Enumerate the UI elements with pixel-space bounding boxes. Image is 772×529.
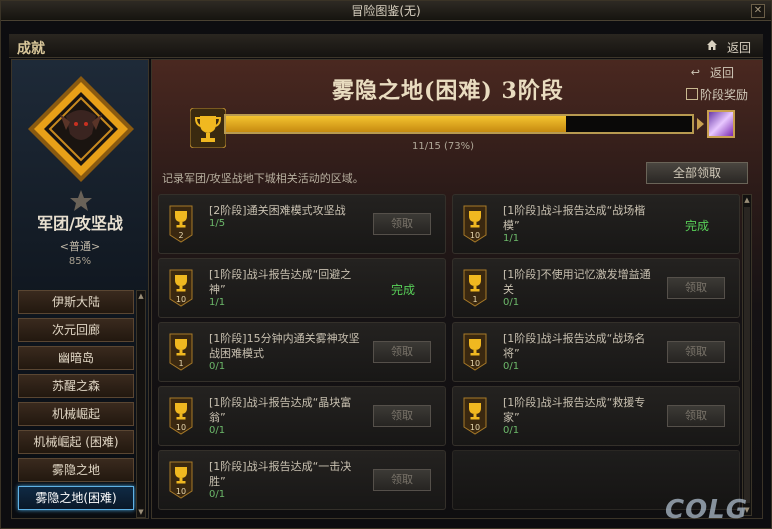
- trophy-badge-icon: 1: [169, 333, 193, 371]
- achievement-progress: 0/1: [503, 297, 520, 308]
- back-arrow-icon[interactable]: ↩: [691, 66, 700, 79]
- close-icon[interactable]: ✕: [751, 4, 765, 18]
- scroll-down-icon[interactable]: ▼: [137, 507, 145, 517]
- stage-description: 记录军团/攻坚战地下城相关活动的区域。: [162, 172, 364, 185]
- trophy-badge-icon: 10: [463, 397, 487, 435]
- trophy-badge-icon: 10: [169, 397, 193, 435]
- section-header: 成就 返回: [9, 34, 763, 58]
- claim-button[interactable]: 领取: [373, 341, 431, 363]
- achievement-progress: 1/5: [209, 218, 226, 229]
- badge-count: 10: [176, 487, 186, 496]
- achievement-title: [1阶段]15分钟内通关雾神攻坚战困难模式: [209, 332, 360, 360]
- badge-count: 1: [178, 359, 183, 368]
- scrollbar-thumb[interactable]: [744, 207, 750, 503]
- badge-count: 2: [178, 231, 183, 240]
- trophy-badge-icon: 1: [463, 269, 487, 307]
- achievement-progress: 0/1: [503, 425, 520, 436]
- category-percent: 85%: [68, 256, 92, 267]
- achievement-title: [1阶段]战斗报告达成“一击决胜”: [209, 460, 352, 488]
- achievement-title: [1阶段]战斗报告达成“战场楷模”: [503, 204, 646, 232]
- zone-item[interactable]: 机械崛起: [18, 402, 134, 426]
- stage-back-button[interactable]: 返回: [710, 64, 734, 81]
- progress-arrow-icon: [697, 118, 704, 130]
- achievement-card: 10 [1阶段]战斗报告达成“救援专家” 0/1 领取: [452, 386, 740, 446]
- achievement-card: 10 [1阶段]战斗报告达成“回避之神” 1/1 完成: [158, 258, 446, 318]
- claim-button[interactable]: 领取: [373, 213, 431, 235]
- scroll-up-icon[interactable]: ▲: [137, 291, 145, 301]
- achievement-card: 2 [2阶段]通关困难模式攻坚战 1/5 领取: [158, 194, 446, 254]
- achievement-progress: 0/1: [503, 361, 520, 372]
- category-panel: 军团/攻坚战 <普通> 85% 伊斯大陆 次元回廊 幽暗岛 苏醒之森 机械崛起 …: [11, 59, 149, 519]
- achievement-title: [1阶段]战斗报告达成“晶块富翁”: [209, 396, 352, 424]
- achievement-card: 1 [1阶段]15分钟内通关雾神攻坚战困难模式 0/1 领取: [158, 322, 446, 382]
- badge-count: 10: [470, 231, 480, 240]
- achievement-progress: 0/1: [209, 489, 226, 500]
- achievement-title: [2阶段]通关困难模式攻坚战: [209, 204, 346, 217]
- stage-progress-text: 11/15 (73%): [412, 141, 475, 152]
- stage-reward-button[interactable]: 阶段奖励: [700, 86, 748, 103]
- achievement-scrollbar[interactable]: ▲ ▼: [742, 194, 752, 516]
- trophy-badge-icon: 2: [169, 205, 193, 243]
- home-icon[interactable]: [705, 38, 719, 52]
- trophy-badge-icon: 10: [463, 205, 487, 243]
- trophy-icon: [190, 108, 226, 148]
- legion-emblem-icon: [28, 76, 134, 211]
- achievement-progress: 0/1: [209, 425, 226, 436]
- achievement-card: 10 [1阶段]战斗报告达成“晶块富翁” 0/1 领取: [158, 386, 446, 446]
- zone-item[interactable]: 幽暗岛: [18, 346, 134, 370]
- zone-item-selected[interactable]: 雾隐之地(困难): [18, 486, 134, 510]
- badge-count: 10: [470, 359, 480, 368]
- trophy-badge-icon: 10: [169, 269, 193, 307]
- zone-item[interactable]: 机械崛起 (困难): [18, 430, 134, 454]
- zone-item[interactable]: 雾隐之地: [18, 458, 134, 482]
- scroll-up-icon[interactable]: ▲: [743, 195, 751, 205]
- trophy-badge-icon: 10: [463, 333, 487, 371]
- section-title: 成就: [17, 41, 45, 57]
- trophy-badge-icon: 10: [169, 461, 193, 499]
- stage-panel: 雾隐之地(困难) 3阶段 ↩ 返回 阶段奖励 11/15 (73%) 记录军团/…: [151, 59, 763, 519]
- stage-progress-bar: [224, 114, 694, 134]
- zone-scrollbar[interactable]: ▲ ▼: [136, 290, 146, 518]
- achievement-card: 10 [1阶段]战斗报告达成“一击决胜” 0/1 领取: [158, 450, 446, 510]
- achievement-complete-label: 完成: [390, 283, 415, 297]
- achievement-progress: 1/1: [503, 233, 520, 244]
- badge-count: 1: [472, 295, 477, 304]
- badge-count: 10: [470, 423, 480, 432]
- claim-all-button[interactable]: 全部领取: [646, 162, 748, 184]
- gift-icon[interactable]: [686, 88, 698, 100]
- claim-button[interactable]: 领取: [667, 341, 725, 363]
- achievement-title: [1阶段]不使用记忆激发增益通关: [503, 268, 651, 296]
- achievement-progress: 1/1: [209, 297, 226, 308]
- badge-count: 10: [176, 423, 186, 432]
- back-button[interactable]: 返回: [727, 39, 751, 56]
- achievement-title: [1阶段]战斗报告达成“救援专家”: [503, 396, 646, 424]
- stage-reward-item-icon[interactable]: [707, 110, 735, 138]
- zone-item[interactable]: 伊斯大陆: [18, 290, 134, 314]
- zone-item[interactable]: 苏醒之森: [18, 374, 134, 398]
- achievement-complete-label: 完成: [684, 219, 709, 233]
- stage-progress-fill: [226, 116, 567, 132]
- category-difficulty: <普通>: [59, 240, 101, 253]
- window-title: 冒险图鉴(无): [351, 4, 421, 18]
- claim-button[interactable]: 领取: [667, 405, 725, 427]
- zone-list: 伊斯大陆 次元回廊 幽暗岛 苏醒之森 机械崛起 机械崛起 (困难) 雾隐之地 雾…: [18, 290, 134, 514]
- stage-title: 雾隐之地(困难) 3阶段: [332, 78, 564, 104]
- achievement-card: 10 [1阶段]战斗报告达成“战场楷模” 1/1 完成: [452, 194, 740, 254]
- achievement-card: 10 [1阶段]战斗报告达成“战场名将” 0/1 领取: [452, 322, 740, 382]
- zone-item[interactable]: 次元回廊: [18, 318, 134, 342]
- category-title: 军团/攻坚战: [37, 214, 123, 233]
- claim-button[interactable]: 领取: [373, 469, 431, 491]
- claim-button[interactable]: 领取: [667, 277, 725, 299]
- achievement-title: [1阶段]战斗报告达成“战场名将”: [503, 332, 646, 360]
- watermark-logo: COLG: [665, 495, 749, 525]
- achievement-window: 冒险图鉴(无) ✕ 成就 返回 军团/攻坚战 <普通> 85% 伊斯大陆 次元回…: [0, 0, 772, 529]
- badge-count: 10: [176, 295, 186, 304]
- claim-button[interactable]: 领取: [373, 405, 431, 427]
- achievement-card: 1 [1阶段]不使用记忆激发增益通关 0/1 领取: [452, 258, 740, 318]
- window-titlebar: 冒险图鉴(无) ✕: [1, 1, 771, 21]
- achievement-title: [1阶段]战斗报告达成“回避之神”: [209, 268, 352, 296]
- achievement-progress: 0/1: [209, 361, 226, 372]
